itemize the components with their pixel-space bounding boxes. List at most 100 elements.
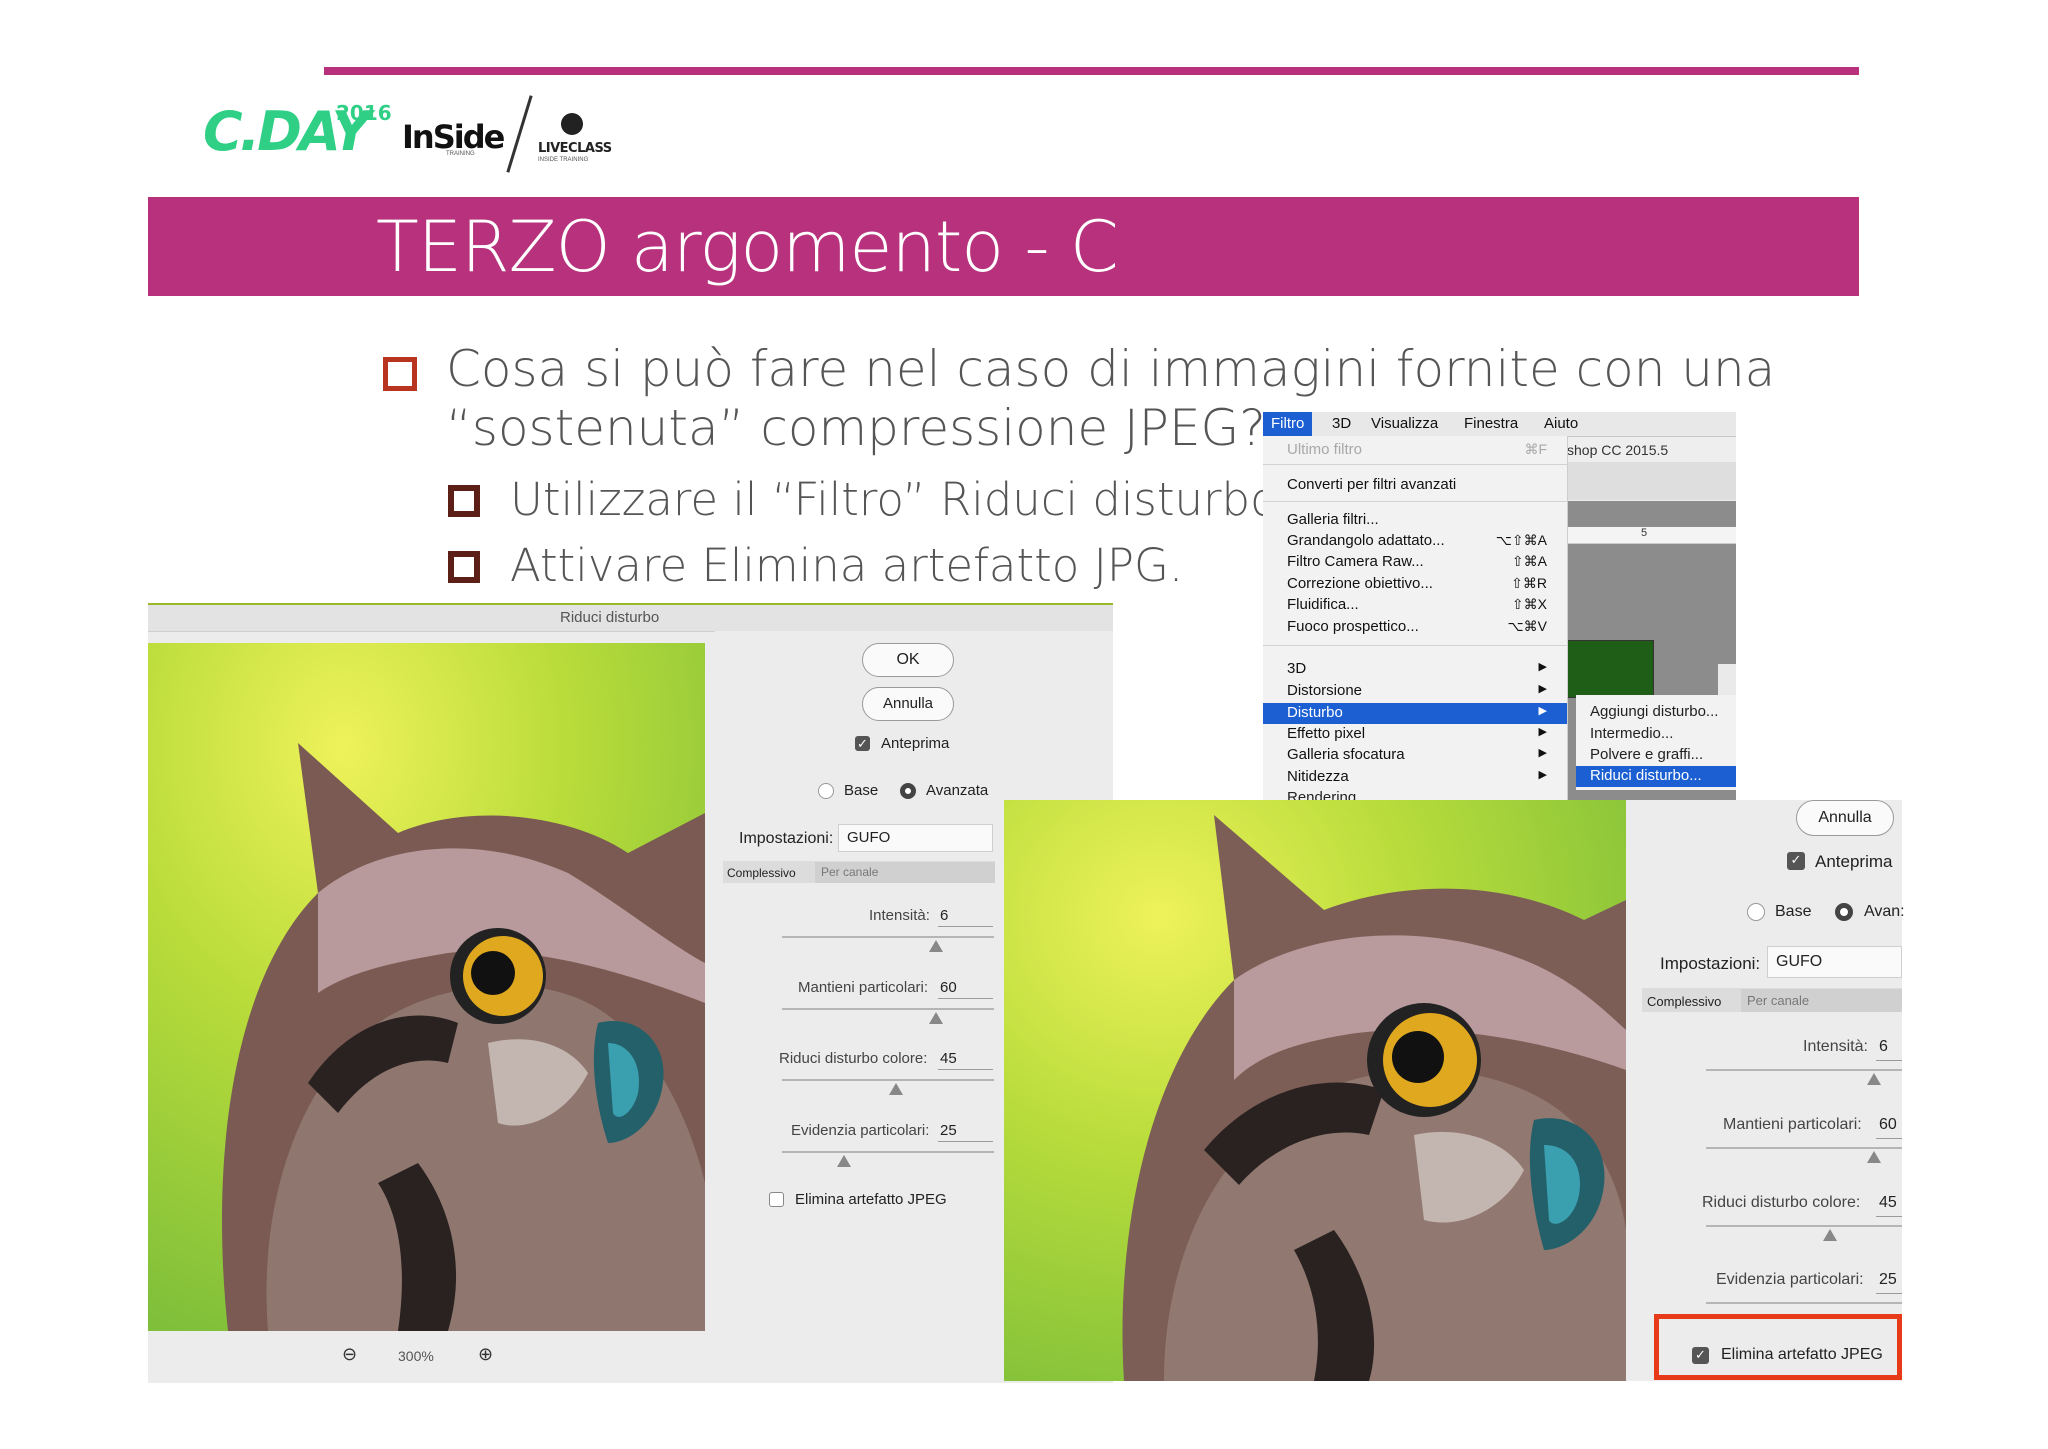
intensity-value-underline xyxy=(938,926,993,927)
tab-per-channel[interactable]: Per canale xyxy=(1741,989,1902,1012)
menu-separator xyxy=(1263,501,1567,502)
color-noise-slider-thumb[interactable] xyxy=(889,1083,903,1095)
submenu-arrow-icon: ▶ xyxy=(1538,726,1547,738)
submenu-item-polvere[interactable]: Polvere e graffi... xyxy=(1590,746,1703,763)
logo-divider xyxy=(506,95,533,173)
menu-item-correzione[interactable]: Correzione obiettivo... xyxy=(1287,575,1433,592)
intensity-value[interactable]: 6 xyxy=(940,907,948,924)
menu-item-galleria-sfocatura[interactable]: Galleria sfocatura xyxy=(1287,746,1405,763)
ps-ruler-mark: 5 xyxy=(1641,527,1648,539)
cancel-button[interactable]: Annulla xyxy=(862,687,954,721)
submenu-item-aggiungi[interactable]: Aggiungi disturbo... xyxy=(1590,703,1718,720)
intensity-slider-thumb[interactable] xyxy=(929,940,943,952)
menu-shortcut: ⌥⌘V xyxy=(1507,618,1547,634)
menu-item-3d[interactable]: 3D xyxy=(1287,660,1306,677)
mode-advanced-label: Avan: xyxy=(1864,903,1905,920)
intensity-slider[interactable] xyxy=(782,936,994,938)
preserve-value[interactable]: 60 xyxy=(1879,1116,1897,1134)
inside-logo-sub: TRAINING xyxy=(446,151,475,157)
sharpen-label: Evidenzia particolari: xyxy=(791,1122,930,1139)
mode-basic-label: Base xyxy=(1775,903,1812,920)
preserve-slider-thumb[interactable] xyxy=(1867,1151,1881,1163)
sub-bullet-2: Attivare Elimina artefatto JPG. xyxy=(510,539,1184,592)
slide-title: TERZO argomento - C xyxy=(376,206,1119,288)
submenu-item-riduci[interactable]: Riduci disturbo... xyxy=(1590,767,1702,784)
settings-select[interactable]: GUFO xyxy=(1767,946,1902,978)
submenu-item-intermedio[interactable]: Intermedio... xyxy=(1590,725,1673,742)
color-noise-label: Riduci disturbo colore: xyxy=(1702,1194,1861,1211)
menu-item-disturbo[interactable]: Disturbo xyxy=(1287,704,1343,721)
jpeg-artifact-checkbox[interactable] xyxy=(769,1192,784,1207)
preserve-slider-thumb[interactable] xyxy=(929,1012,943,1024)
submenu-arrow-icon: ▶ xyxy=(1538,747,1547,759)
menubar-finestra[interactable]: Finestra xyxy=(1456,412,1526,436)
cday-logo-year: 2016 xyxy=(336,101,392,125)
cancel-button[interactable]: Annulla xyxy=(1796,800,1894,836)
preserve-slider[interactable] xyxy=(782,1008,994,1010)
intensity-value-underline xyxy=(1876,1060,1902,1061)
menu-shortcut: ⇧⌘X xyxy=(1511,596,1547,612)
preserve-slider[interactable] xyxy=(1706,1147,1902,1149)
bullet-main-line2: “sostenuta” compressione JPEG? xyxy=(446,399,1266,457)
intensity-value[interactable]: 6 xyxy=(1879,1038,1888,1056)
menu-item-fuoco[interactable]: Fuoco prospettico... xyxy=(1287,618,1419,635)
menu-shortcut: ⇧⌘R xyxy=(1511,575,1547,591)
intensity-label: Intensità: xyxy=(1803,1038,1868,1055)
menu-item-galleria-filtri[interactable]: Galleria filtri... xyxy=(1287,511,1379,528)
liveclass-logo: LIVECLASS xyxy=(538,141,612,156)
submenu-arrow-icon: ▶ xyxy=(1538,661,1547,673)
mode-basic-radio[interactable] xyxy=(818,783,834,799)
mode-advanced-radio[interactable] xyxy=(900,783,916,799)
settings-label: Impostazioni: xyxy=(1660,954,1761,973)
preview-checkbox[interactable]: ✓ xyxy=(1787,852,1805,870)
menu-shortcut: ⌥⇧⌘A xyxy=(1495,532,1547,548)
preview-label: Anteprima xyxy=(881,735,950,752)
menubar-aiuto[interactable]: Aiuto xyxy=(1536,412,1586,436)
liveclass-icon xyxy=(561,113,583,135)
settings-select[interactable]: GUFO xyxy=(838,824,993,852)
sharpen-slider-thumb[interactable] xyxy=(837,1155,851,1167)
sharpen-slider[interactable] xyxy=(782,1151,994,1153)
ok-button[interactable]: OK xyxy=(862,643,954,677)
menu-item-converti[interactable]: Converti per filtri avanzati xyxy=(1287,476,1456,493)
zoom-out-icon[interactable]: ⊖ xyxy=(342,1344,357,1365)
mode-basic-radio[interactable] xyxy=(1747,903,1765,921)
menu-item-fluidifica[interactable]: Fluidifica... xyxy=(1287,596,1359,613)
menu-item-rendering[interactable]: Rendering xyxy=(1287,789,1356,800)
menubar-visualizza[interactable]: Visualizza xyxy=(1363,412,1446,436)
menu-shortcut: ⌘F xyxy=(1524,441,1547,457)
color-noise-value[interactable]: 45 xyxy=(940,1050,957,1067)
menubar-filtro[interactable]: Filtro xyxy=(1263,412,1313,436)
mode-advanced-radio[interactable] xyxy=(1835,903,1853,921)
menu-separator xyxy=(1263,464,1567,465)
menu-item-distorsione[interactable]: Distorsione xyxy=(1287,682,1362,699)
menu-item-camera-raw[interactable]: Filtro Camera Raw... xyxy=(1287,553,1424,570)
sharpen-slider[interactable] xyxy=(1706,1302,1902,1304)
owl-preview-left xyxy=(148,643,705,1331)
preserve-value[interactable]: 60 xyxy=(940,979,957,996)
intensity-slider-thumb[interactable] xyxy=(1867,1073,1881,1085)
menu-item-effetto-pixel[interactable]: Effetto pixel xyxy=(1287,725,1365,742)
tab-overall[interactable]: Complessivo xyxy=(727,866,796,880)
liveclass-logo-sub: INSIDE TRAINING xyxy=(538,157,589,163)
color-noise-value-underline xyxy=(938,1069,993,1070)
sharpen-value[interactable]: 25 xyxy=(940,1122,957,1139)
menu-item-nitidezza[interactable]: Nitidezza xyxy=(1287,768,1349,785)
preview-checkbox[interactable]: ✓ xyxy=(855,736,870,751)
menu-item-grandangolo[interactable]: Grandangolo adattato... xyxy=(1287,532,1445,549)
tab-overall[interactable]: Complessivo xyxy=(1647,994,1721,1009)
color-noise-slider[interactable] xyxy=(1706,1225,1902,1227)
zoom-in-icon[interactable]: ⊕ xyxy=(478,1344,493,1365)
color-noise-slider[interactable] xyxy=(782,1079,994,1081)
color-noise-slider-thumb[interactable] xyxy=(1823,1229,1837,1241)
mode-advanced-label: Avanzata xyxy=(926,782,989,799)
mode-basic-label: Base xyxy=(844,782,879,799)
preserve-value-underline xyxy=(938,998,993,999)
submenu-arrow-icon: ▶ xyxy=(1538,705,1547,717)
color-noise-value[interactable]: 45 xyxy=(1879,1194,1897,1212)
sharpen-value[interactable]: 25 xyxy=(1879,1271,1897,1289)
menubar-3d[interactable]: 3D xyxy=(1324,412,1359,436)
menu-separator xyxy=(1263,645,1567,646)
intensity-slider[interactable] xyxy=(1706,1069,1902,1071)
tab-per-channel[interactable]: Per canale xyxy=(815,862,995,883)
